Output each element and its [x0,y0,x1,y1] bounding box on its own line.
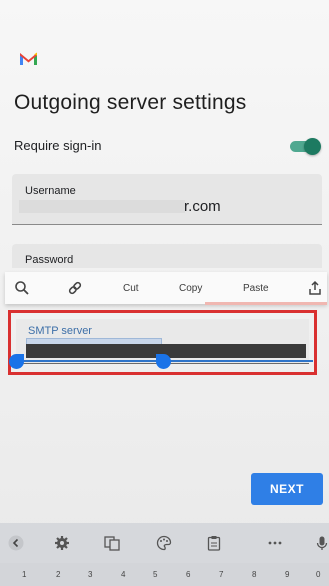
key-hint[interactable]: 8 [252,570,256,579]
require-signin-row[interactable]: Require sign-in [14,136,321,156]
gmail-logo [20,52,37,65]
mic-icon[interactable] [314,535,329,551]
key-hint[interactable]: 7 [219,570,223,579]
key-hint[interactable]: 0 [316,570,320,579]
gear-icon[interactable] [54,535,70,551]
password-field[interactable]: Password [12,244,322,268]
share-icon[interactable] [307,280,323,296]
selection-handle-end[interactable] [156,354,171,369]
smtp-server-label: SMTP server [28,325,92,337]
next-button[interactable]: NEXT [251,473,323,505]
screen: Outgoing server settings Require sign-in… [0,0,329,586]
keyboard-number-row: 1 2 3 4 5 6 7 8 9 0 [0,563,329,586]
username-label: Username [25,185,76,197]
key-hint[interactable]: 6 [186,570,190,579]
require-signin-label: Require sign-in [14,138,102,153]
paste-action[interactable]: Paste [243,283,269,294]
toggle-knob [304,138,321,155]
page-title: Outgoing server settings [14,91,247,114]
more-icon[interactable] [267,535,283,551]
username-field[interactable]: Username r.com [12,174,322,225]
selection-handle-start[interactable] [9,354,24,369]
search-icon[interactable] [14,280,30,296]
cut-action[interactable]: Cut [123,283,139,294]
require-signin-toggle[interactable] [290,138,321,155]
link-icon[interactable] [67,280,83,296]
palette-icon[interactable] [156,535,172,551]
username-redacted [19,200,185,213]
key-hint[interactable]: 2 [56,570,60,579]
chevron-left-icon[interactable] [8,535,24,551]
keyboard-toolbar [0,523,329,563]
toolbar-accent [205,302,327,305]
clipboard-icon[interactable] [206,535,222,551]
username-value: r.com [184,198,221,215]
key-hint[interactable]: 1 [22,570,26,579]
password-label: Password [25,254,74,266]
key-hint[interactable]: 9 [285,570,289,579]
key-hint[interactable]: 3 [88,570,92,579]
copy-action[interactable]: Copy [179,283,202,294]
translate-icon[interactable] [104,535,120,551]
text-selection-toolbar: Cut Copy Paste [5,272,327,305]
smtp-highlight-box: SMTP server [8,310,317,375]
key-hint[interactable]: 4 [121,570,125,579]
key-hint[interactable]: 5 [153,570,157,579]
